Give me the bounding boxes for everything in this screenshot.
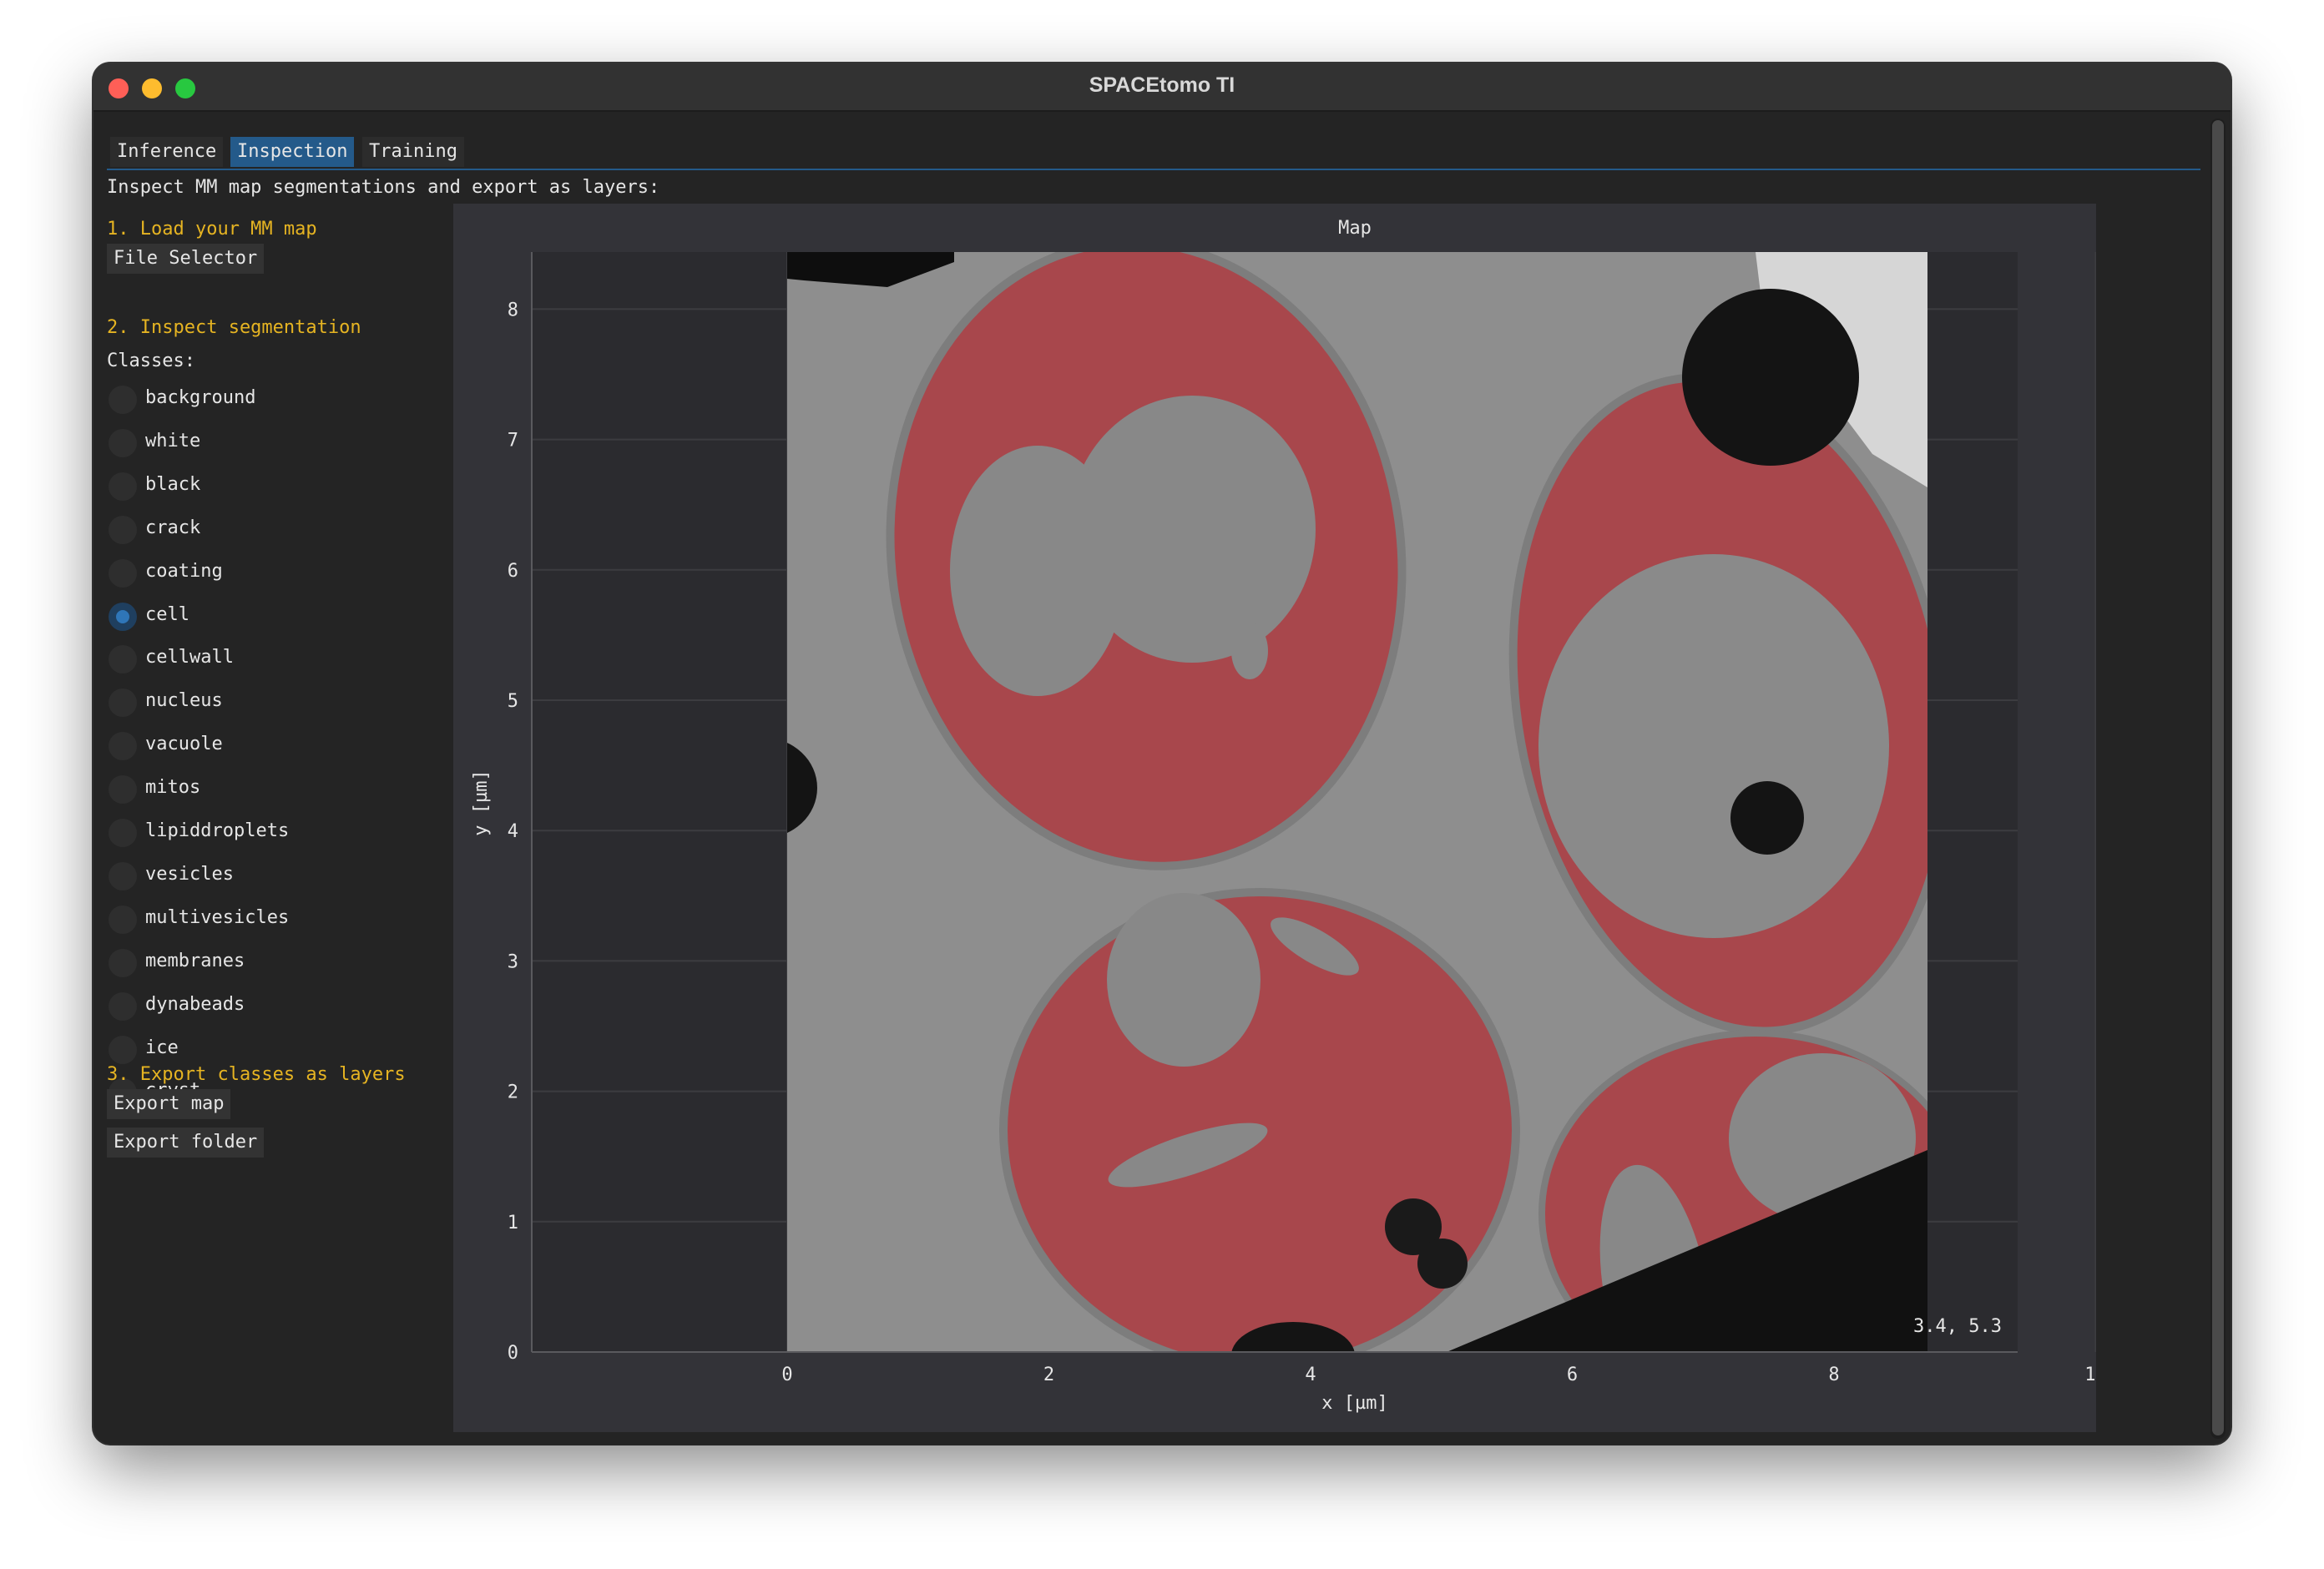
plot-title: Map	[1338, 218, 1372, 239]
step2-heading: 2. Inspect segmentation	[107, 317, 361, 338]
radio-button[interactable]	[109, 515, 137, 544]
export-map-button[interactable]: Export map	[107, 1089, 231, 1119]
radio-button[interactable]	[109, 386, 137, 414]
x-tick-label: 0	[781, 1365, 792, 1385]
intro-text: Inspect MM map segmentations and export …	[107, 177, 660, 198]
radio-button[interactable]	[109, 732, 137, 761]
x-tick-label: 6	[1567, 1365, 1578, 1385]
y-axis-label: y [µm]	[471, 769, 492, 835]
class-label: vacuole	[145, 734, 223, 755]
radio-button[interactable]	[109, 558, 137, 588]
map-plot-panel: Map 0 2 4 6 8 1 0 1 2 3 4 5 6 7 8 x [µm]…	[453, 204, 2107, 1432]
radio-button[interactable]	[109, 775, 137, 805]
classes-label: Classes:	[107, 351, 195, 371]
tab-underline	[107, 169, 2200, 170]
class-label: cell	[145, 603, 189, 625]
map-plot[interactable]: Map 0 2 4 6 8 1 012345678 x [µm] y [µm] …	[453, 204, 2107, 1432]
class-label: nucleus	[145, 690, 223, 712]
y-tick-label: 2	[508, 1082, 518, 1103]
radio-button[interactable]	[109, 819, 137, 847]
class-label: ice	[145, 1037, 179, 1058]
class-label: coating	[145, 560, 223, 582]
y-tick-label: 7	[508, 431, 518, 452]
tab-inspection[interactable]: Inspection	[230, 137, 355, 167]
y-axis-ticks: 0 1 2 3 4 5 6 7 8	[508, 300, 518, 1364]
x-tick-label: 8	[1828, 1365, 1839, 1385]
radio-button[interactable]	[109, 861, 137, 890]
radio-button[interactable]	[109, 602, 137, 631]
class-label: multivesicles	[145, 906, 290, 928]
cursor-coordinate-readout: 3.4, 5.3	[1913, 1316, 2002, 1337]
y-tick-label: 1	[508, 1213, 518, 1234]
class-label: crack	[145, 517, 201, 538]
radio-button[interactable]	[109, 472, 137, 501]
radio-button[interactable]	[109, 428, 137, 457]
x-tick-label: 2	[1043, 1365, 1054, 1385]
x-axis-label: x [µm]	[1321, 1393, 1387, 1414]
x-tick-label: 10	[2084, 1365, 2096, 1385]
scrollbar-thumb[interactable]	[2212, 120, 2224, 1435]
tab-inference[interactable]: Inference	[110, 137, 224, 167]
window-title: SPACEtomo TI	[1089, 73, 1235, 97]
class-label: white	[145, 430, 201, 452]
radio-button[interactable]	[109, 645, 137, 674]
tab-training[interactable]: Training	[362, 137, 464, 167]
class-label: vesicles	[145, 863, 234, 885]
y-tick-label: 3	[508, 951, 518, 972]
class-label: mitos	[145, 777, 201, 799]
radio-button[interactable]	[109, 905, 137, 934]
class-label: background	[145, 387, 256, 408]
radio-button[interactable]	[109, 1035, 137, 1064]
y-tick-label: 0	[508, 1343, 518, 1364]
radio-button[interactable]	[109, 689, 137, 718]
radio-button[interactable]	[109, 991, 137, 1021]
y-tick-label: 5	[508, 691, 518, 712]
radio-button[interactable]	[109, 948, 137, 977]
export-folder-button[interactable]: Export folder	[107, 1128, 265, 1158]
class-label: black	[145, 473, 201, 495]
step1-heading: 1. Load your MM map	[107, 219, 317, 240]
y-tick-label: 6	[508, 561, 518, 582]
class-label: cellwall	[145, 647, 234, 668]
y-tick-label: 8	[508, 300, 518, 320]
app-window: SPACEtomo TI Inference Inspection Traini…	[93, 63, 2231, 1444]
y-tick-label: 4	[508, 821, 518, 842]
x-axis-ticks: 0 2 4 6 8 10	[781, 1365, 2106, 1385]
x-tick-label: 4	[1305, 1365, 1316, 1385]
class-label: membranes	[145, 950, 245, 971]
micrograph-image	[787, 252, 1927, 1352]
file-selector-button[interactable]: File Selector	[107, 244, 265, 274]
title-bar: SPACEtomo TI	[93, 63, 2231, 112]
class-label: dynabeads	[145, 993, 245, 1015]
class-label: lipiddroplets	[145, 820, 290, 841]
step3-heading: 3. Export classes as layers	[107, 1064, 406, 1085]
